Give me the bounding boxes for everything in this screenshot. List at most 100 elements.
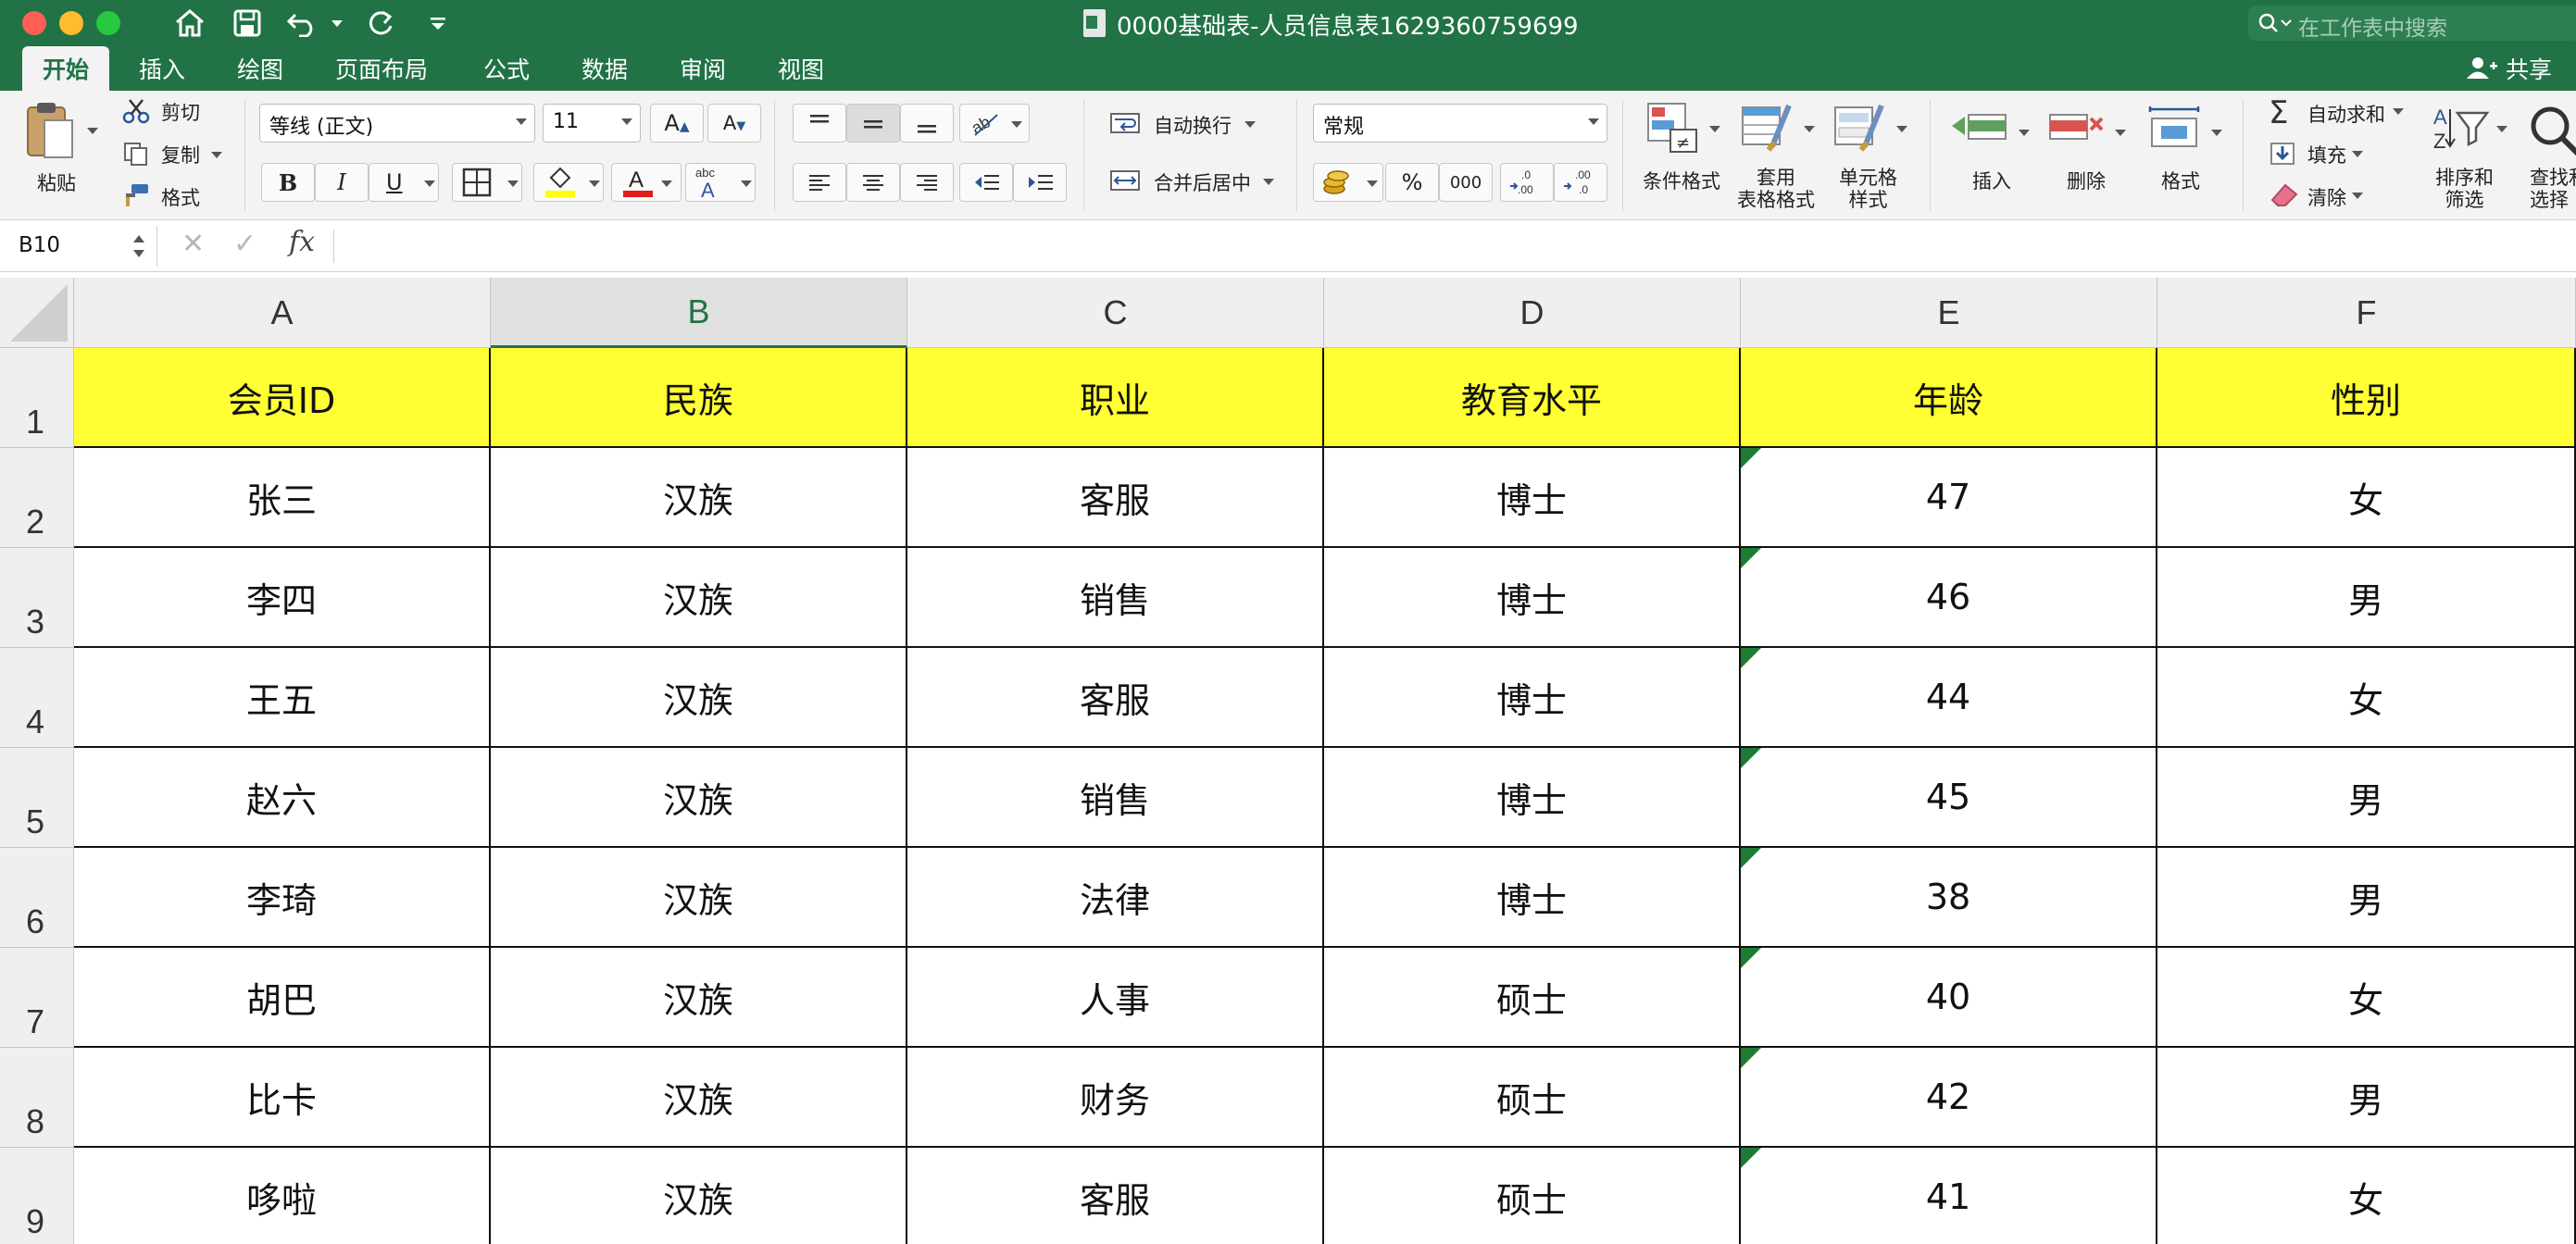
table-cell[interactable]: 汉族 [491,448,907,548]
fill-color-dropdown-icon[interactable] [589,180,600,187]
format-cells-dropdown-icon[interactable] [2211,130,2222,136]
align-middle-button[interactable] [846,104,900,143]
table-cell[interactable]: 赵六 [74,748,491,848]
share-button[interactable]: 共享 [2467,52,2552,85]
table-cell[interactable]: 40 [1741,948,2157,1048]
column-header-b[interactable]: B [491,278,907,348]
table-cell[interactable]: 男 [2157,848,2576,948]
cut-button[interactable]: 剪切 [122,98,200,128]
table-cell[interactable]: 李琦 [74,848,491,948]
number-format-select[interactable]: 常规 [1313,104,1607,143]
error-indicator-icon[interactable] [1741,848,1761,868]
table-cell[interactable]: 汉族 [491,1048,907,1148]
font-size-select[interactable]: 11 [543,104,641,143]
cell-styles-button[interactable] [1833,102,1885,157]
table-cell[interactable]: 客服 [907,448,1324,548]
tab-draw[interactable]: 绘图 [237,52,283,85]
table-cell[interactable]: 博士 [1324,848,1741,948]
row-header-4[interactable]: 4 [0,648,74,748]
table-cell[interactable]: 博士 [1324,748,1741,848]
decrease-font-size-button[interactable]: A▼ [707,104,761,143]
column-header-a[interactable]: A [74,278,491,348]
accounting-dropdown-icon[interactable] [1367,180,1378,187]
row-header-1[interactable]: 1 [0,348,74,448]
column-header-c[interactable]: C [907,278,1324,348]
tab-data[interactable]: 数据 [581,52,628,85]
row-header-5[interactable]: 5 [0,748,74,848]
conditional-format-dropdown-icon[interactable] [1709,126,1720,132]
name-box[interactable]: B10 [0,226,157,267]
table-cell[interactable]: 45 [1741,748,2157,848]
select-all-button[interactable] [0,278,74,348]
error-indicator-icon[interactable] [1741,648,1761,668]
sort-filter-button[interactable]: AZ [2432,104,2496,159]
error-indicator-icon[interactable] [1741,748,1761,768]
error-indicator-icon[interactable] [1741,1048,1761,1068]
table-cell[interactable]: 比卡 [74,1048,491,1148]
wrap-text-button[interactable]: 自动换行 [1109,111,1232,139]
table-cell[interactable]: 汉族 [491,748,907,848]
table-cell[interactable]: 王五 [74,648,491,748]
column-header-e[interactable]: E [1741,278,2157,348]
header-cell[interactable]: 性别 [2157,348,2576,448]
header-cell[interactable]: 会员ID [74,348,491,448]
formula-input[interactable] [344,226,2567,267]
delete-cells-dropdown-icon[interactable] [2115,130,2126,136]
table-cell[interactable]: 硕士 [1324,1048,1741,1148]
insert-cells-dropdown-icon[interactable] [2019,130,2030,136]
table-cell[interactable]: 男 [2157,748,2576,848]
align-top-button[interactable] [793,104,846,143]
increase-decimal-button[interactable]: .0.00 [1500,163,1554,202]
table-cell[interactable]: 张三 [74,448,491,548]
worksheet-grid[interactable]: A B C D E F 1 会员ID 民族 职业 教育水平 年龄 性别 2 张三 汉族 客服 博士 47 女 3 李四 汉族… [0,278,2576,1244]
decrease-decimal-button[interactable]: .00.0 [1554,163,1607,202]
wrap-text-dropdown-icon[interactable] [1244,121,1256,128]
borders-dropdown-icon[interactable] [507,180,519,187]
format-cells-button[interactable] [2146,104,2202,154]
table-cell[interactable]: 41 [1741,1148,2157,1244]
insert-cells-button[interactable] [1950,107,2007,152]
table-cell[interactable]: 47 [1741,448,2157,548]
table-cell[interactable]: 硕士 [1324,948,1741,1048]
clear-dropdown-icon[interactable] [2352,193,2363,199]
name-box-stepper-icon[interactable] [131,231,146,261]
row-header-7[interactable]: 7 [0,948,74,1048]
undo-dropdown-icon[interactable] [331,20,343,27]
row-header-9[interactable]: 9 [0,1148,74,1244]
table-cell[interactable]: 汉族 [491,648,907,748]
italic-button[interactable]: I [315,163,369,202]
delete-cells-button[interactable] [2048,107,2106,152]
table-cell[interactable]: 女 [2157,948,2576,1048]
align-bottom-button[interactable] [900,104,954,143]
paste-dropdown-icon[interactable] [87,128,98,134]
merge-center-button[interactable]: 合并后居中 [1109,168,1251,196]
tab-page-layout[interactable]: 页面布局 [335,52,428,85]
redo-icon[interactable] [361,4,400,43]
tab-view[interactable]: 视图 [778,52,824,85]
table-cell[interactable]: 42 [1741,1048,2157,1148]
table-cell[interactable]: 哆啦 [74,1148,491,1244]
font-name-select[interactable]: 等线 (正文) [259,104,535,143]
table-cell[interactable]: 女 [2157,448,2576,548]
format-as-table-dropdown-icon[interactable] [1804,126,1815,132]
table-cell[interactable]: 销售 [907,548,1324,648]
table-cell[interactable]: 销售 [907,748,1324,848]
copy-dropdown-icon[interactable] [211,152,222,158]
table-cell[interactable]: 客服 [907,1148,1324,1244]
format-as-table-button[interactable] [1741,102,1793,157]
table-cell[interactable]: 财务 [907,1048,1324,1148]
sheet-search-input[interactable]: 在工作表中搜索 [2248,6,2576,41]
merge-center-dropdown-icon[interactable] [1263,179,1274,185]
fill-dropdown-icon[interactable] [2352,151,2363,157]
column-header-f[interactable]: F [2157,278,2576,348]
table-cell[interactable]: 汉族 [491,848,907,948]
table-cell[interactable]: 胡巴 [74,948,491,1048]
insert-function-button[interactable]: fx [289,226,315,258]
tab-insert[interactable]: 插入 [139,52,185,85]
comma-style-button[interactable]: 000 [1439,163,1493,202]
cell-styles-dropdown-icon[interactable] [1896,126,1907,132]
table-cell[interactable]: 汉族 [491,948,907,1048]
increase-font-size-button[interactable]: A▲ [650,104,704,143]
home-icon[interactable] [170,4,209,43]
clear-button[interactable]: 清除 [2269,181,2346,211]
